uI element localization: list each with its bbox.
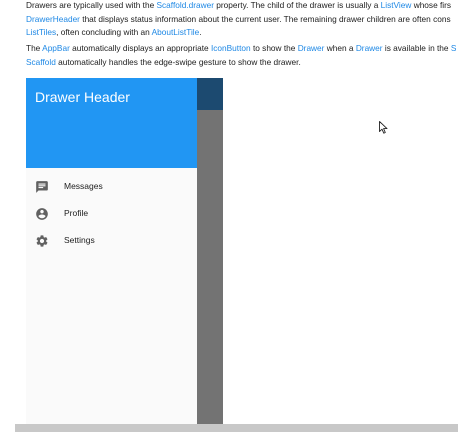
doc-line: DrawerHeader that displays status inform… (26, 13, 458, 27)
message-icon (36, 181, 48, 193)
doc-text-run: to show the (250, 43, 298, 53)
gear-icon (36, 235, 48, 247)
mouse-cursor-icon (379, 121, 388, 134)
drawer-item-label: Messages (64, 181, 103, 191)
drawer-header-title: Drawer Header (35, 89, 130, 105)
drawer-header: Drawer Header (26, 78, 197, 168)
doc-text-run: , often concluding with an (56, 27, 152, 38)
doc-text-run: The (26, 43, 43, 53)
account-circle-icon (36, 208, 48, 220)
doc-link[interactable]: Drawer (356, 43, 383, 53)
drawer-item-label: Settings (64, 235, 95, 245)
doc-line: Scaffold automatically handles the edge-… (26, 56, 458, 70)
drawer-item-messages[interactable]: Messages (26, 173, 197, 200)
doc-link[interactable]: ListTiles (26, 27, 56, 37)
doc-text-run: Drawers are typically used with the (26, 0, 157, 10)
drawer-item-settings[interactable]: Settings (26, 227, 197, 254)
doc-link[interactable]: S (451, 43, 457, 53)
doc-text-run: when a (324, 43, 356, 53)
doc-text-run: that displays status information about t… (79, 13, 451, 24)
doc-text-run: automatically handles the edge-swipe ges… (55, 56, 301, 67)
doc-paragraph-drawers: Drawers are typically used with the Scaf… (26, 0, 458, 40)
doc-link[interactable]: Scaffold.drawer (157, 0, 215, 10)
doc-line: ListTiles, often concluding with an Abou… (26, 26, 458, 40)
doc-text-run: whose firs (411, 0, 452, 10)
navigation-drawer: Drawer Header Messages Profile Settings (26, 78, 197, 424)
doc-line: Drawers are typically used with the Scaf… (26, 0, 458, 13)
doc-link[interactable]: AppBar (42, 43, 70, 53)
doc-link[interactable]: ListView (381, 0, 412, 10)
doc-link[interactable]: Drawer (298, 43, 325, 53)
doc-text-run: . (199, 27, 202, 38)
doc-link[interactable]: Scaffold (26, 57, 56, 67)
doc-link[interactable]: IconButton (211, 43, 251, 53)
doc-paragraph-appbar: The AppBar automatically displays an app… (26, 42, 458, 69)
doc-link[interactable]: AboutListTile (152, 27, 200, 37)
doc-line: The AppBar automatically displays an app… (26, 42, 458, 56)
doc-text-run: automatically displays an appropriate (69, 43, 211, 53)
scaffold-body[interactable] (223, 78, 458, 424)
drawer-item-label: Profile (64, 208, 89, 218)
doc-link[interactable]: DrawerHeader (26, 14, 80, 24)
drawer-item-profile[interactable]: Profile (26, 200, 197, 227)
drawer-demo-preview: Drawer Header Messages Profile Settings (26, 78, 458, 424)
doc-text-run: property. The child of the drawer is usu… (214, 0, 381, 10)
doc-text-run: is available in the (382, 43, 451, 53)
horizontal-scrollbar[interactable] (15, 424, 458, 432)
